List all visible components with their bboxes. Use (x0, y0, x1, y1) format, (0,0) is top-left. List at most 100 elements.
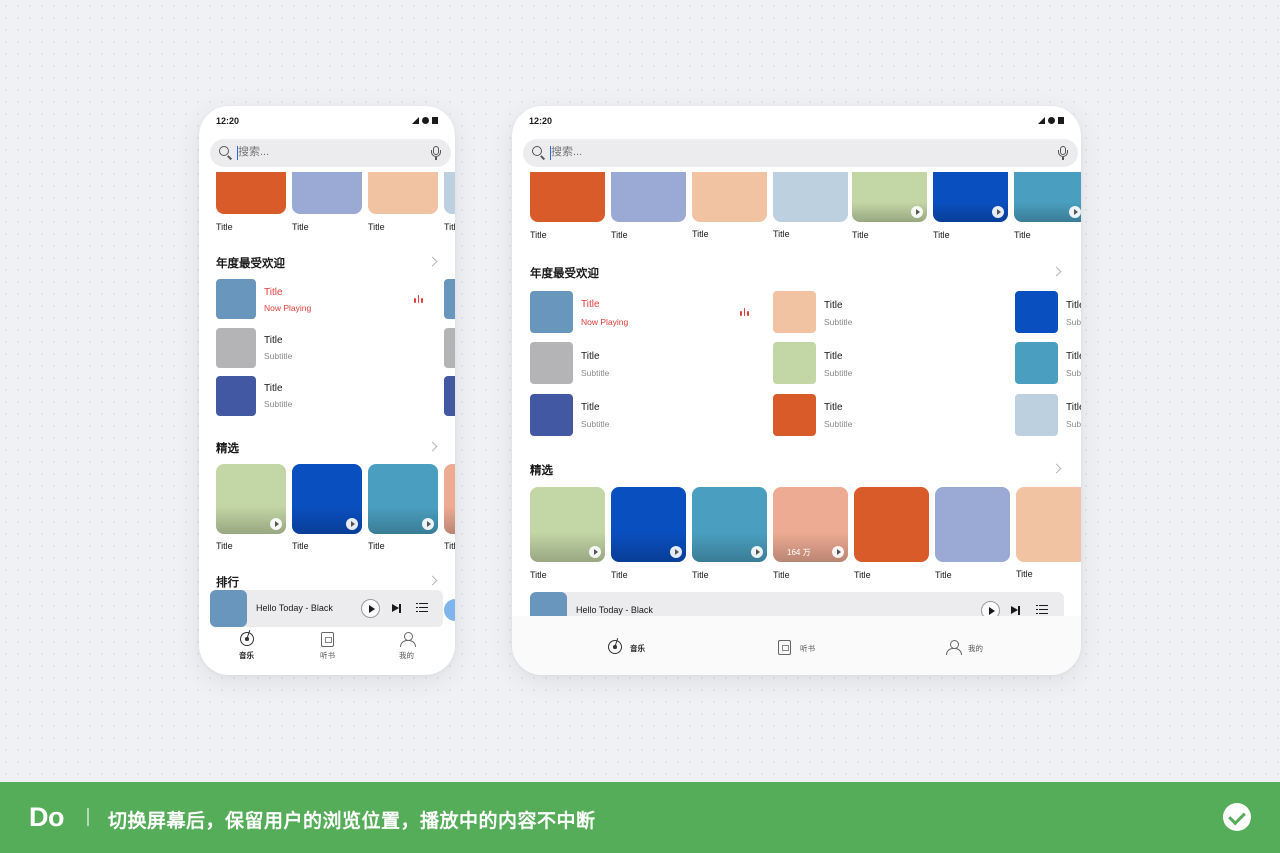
play-button[interactable] (361, 599, 380, 618)
playlist-tile[interactable] (292, 464, 362, 534)
mini-player-cover[interactable] (210, 590, 247, 627)
play-icon[interactable] (270, 518, 282, 530)
song-cover[interactable] (530, 291, 573, 333)
chevron-right-icon[interactable] (427, 441, 438, 452)
song-cover[interactable] (773, 342, 816, 384)
song-cover[interactable] (444, 328, 455, 368)
playlist-tile[interactable] (611, 487, 686, 562)
album-tile-title: Title (611, 230, 628, 240)
play-icon[interactable] (832, 546, 844, 558)
song-cover[interactable] (444, 376, 455, 416)
album-tile-title: Title (216, 222, 233, 232)
play-icon[interactable] (670, 546, 682, 558)
playlist-tile-title: Title (292, 541, 309, 551)
playlist-tile-title: Title (692, 570, 709, 580)
playlist-tile[interactable]: 164 万 (773, 487, 848, 562)
song-cover[interactable] (1015, 291, 1058, 333)
search-bar[interactable] (523, 139, 1078, 167)
chevron-right-icon[interactable] (427, 256, 438, 267)
signal-icon (412, 117, 419, 124)
tab-profile-label: 我的 (968, 644, 983, 653)
section-title-featured: 精选 (216, 443, 239, 455)
chevron-right-icon[interactable] (427, 575, 438, 586)
album-tile[interactable] (530, 172, 605, 222)
playlist-queue-button[interactable] (416, 603, 428, 613)
album-tile[interactable] (852, 172, 927, 222)
status-icons (1038, 117, 1064, 124)
search-bar[interactable] (210, 139, 451, 167)
chevron-right-icon[interactable] (1051, 463, 1062, 474)
microphone-icon[interactable] (1058, 146, 1068, 161)
search-input[interactable] (551, 146, 711, 158)
song-cover[interactable] (773, 291, 816, 333)
song-cover[interactable] (216, 376, 256, 416)
mini-player[interactable]: Hello Today - Black (210, 590, 443, 627)
mini-player-track: Hello Today - Black (256, 603, 333, 613)
song-status: Now Playing (264, 303, 312, 313)
play-icon[interactable] (346, 518, 358, 530)
album-tile[interactable] (692, 172, 767, 222)
playlist-queue-button[interactable] (1036, 605, 1048, 615)
album-tile[interactable] (368, 172, 438, 214)
playlist-tile[interactable] (216, 464, 286, 534)
tab-audiobook[interactable]: 听书 (778, 638, 828, 658)
song-subtitle: Subtitle (581, 419, 610, 429)
next-track-button[interactable] (392, 604, 403, 613)
play-icon[interactable] (422, 518, 434, 530)
album-tile[interactable] (1014, 172, 1081, 222)
song-cover[interactable] (444, 279, 455, 319)
search-input[interactable] (238, 146, 398, 158)
chevron-right-icon[interactable] (1051, 266, 1062, 277)
song-subtitle: Subtitle (1066, 317, 1081, 327)
tab-audiobook[interactable]: 听书 (317, 628, 339, 662)
profile-icon (400, 632, 416, 647)
next-track-button[interactable] (1011, 606, 1022, 615)
playlist-tile[interactable] (444, 464, 455, 534)
song-title: Title (1066, 351, 1081, 362)
tablet-device-frame: 12:20 Title Title Title Title Title Titl… (512, 106, 1081, 675)
song-cover[interactable] (216, 279, 256, 319)
bottom-tab-bar: 音乐 听书 我的 (199, 628, 455, 675)
song-cover[interactable] (1015, 394, 1058, 436)
play-icon[interactable] (1069, 206, 1081, 218)
playlist-tile[interactable] (692, 487, 767, 562)
playlist-tile[interactable] (854, 487, 929, 562)
tab-music[interactable]: 音乐 (608, 638, 658, 658)
audiobook-icon (778, 640, 791, 655)
album-tile[interactable] (773, 172, 848, 222)
song-cover[interactable] (1015, 342, 1058, 384)
play-icon[interactable] (589, 546, 601, 558)
play-icon[interactable] (992, 206, 1004, 218)
play-icon[interactable] (911, 206, 923, 218)
playlist-tile[interactable] (1016, 487, 1081, 562)
album-tile-title: Title (692, 229, 709, 239)
album-tile[interactable] (933, 172, 1008, 222)
microphone-icon[interactable] (431, 146, 441, 161)
tab-music[interactable]: 音乐 (236, 628, 258, 662)
song-cover[interactable] (773, 394, 816, 436)
song-cover[interactable] (530, 342, 573, 384)
song-title: Title (1066, 300, 1081, 311)
playlist-tile-title: Title (216, 541, 233, 551)
playlist-tile[interactable] (530, 487, 605, 562)
song-cover[interactable] (530, 394, 573, 436)
guideline-banner: Do 切换屏幕后，保留用户的浏览位置，播放中的内容不中断 (0, 782, 1280, 853)
album-tile[interactable] (611, 172, 686, 222)
play-icon[interactable] (751, 546, 763, 558)
song-title: Title (581, 402, 600, 413)
album-tile-peek[interactable] (444, 599, 455, 621)
playlist-tile[interactable] (368, 464, 438, 534)
song-subtitle: Subtitle (264, 351, 293, 361)
album-tile[interactable] (292, 172, 362, 214)
song-cover[interactable] (216, 328, 256, 368)
album-tile[interactable] (216, 172, 286, 214)
song-subtitle: Subtitle (1066, 368, 1081, 378)
status-icons (412, 117, 438, 124)
album-tile[interactable] (444, 172, 455, 214)
album-tile-title: Title (368, 222, 385, 232)
song-subtitle: Subtitle (1066, 419, 1081, 429)
tab-profile[interactable]: 我的 (396, 628, 418, 662)
song-subtitle: Subtitle (264, 399, 293, 409)
playlist-tile[interactable] (935, 487, 1010, 562)
tab-profile[interactable]: 我的 (946, 638, 996, 658)
